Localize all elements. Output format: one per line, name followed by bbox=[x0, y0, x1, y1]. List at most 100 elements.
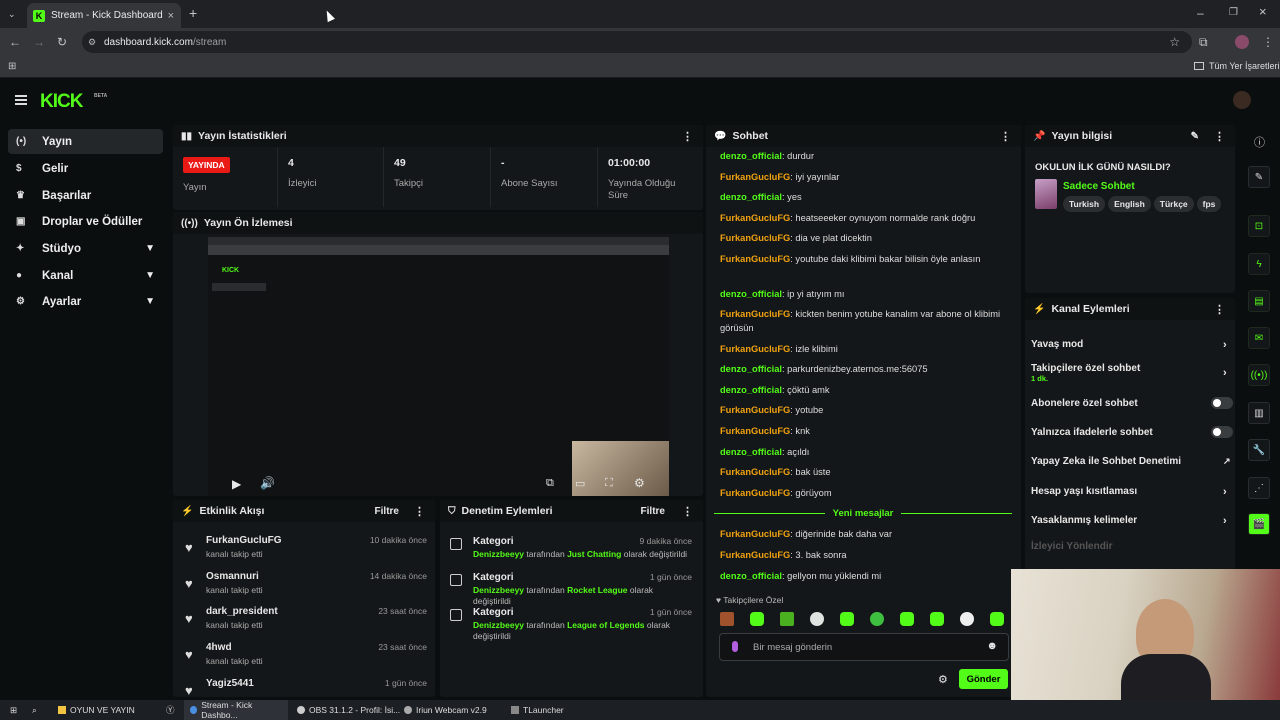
channel-action-banned-words[interactable]: Yasaklanmış kelimeler › bbox=[1031, 515, 1231, 527]
pip-icon[interactable]: ⧉ bbox=[546, 477, 554, 490]
emote-icon[interactable] bbox=[780, 612, 794, 626]
sidebar-item-yayin[interactable]: (•) Yayın bbox=[8, 129, 163, 154]
taskbar-item-iriun[interactable]: Iriun Webcam v2.9 bbox=[398, 700, 493, 720]
fullscreen-icon[interactable]: ⛶ bbox=[605, 477, 613, 490]
sidebar-item-gelir[interactable]: $ Gelir bbox=[8, 156, 163, 181]
category-thumbnail[interactable] bbox=[1035, 179, 1057, 209]
browser-tab[interactable]: K Stream - Kick Dashboard × bbox=[27, 3, 181, 28]
search-icon[interactable]: ⌕ bbox=[26, 700, 43, 720]
channel-action-account-age[interactable]: Hesap yaşı kısıtlaması › bbox=[1031, 486, 1231, 498]
emote-icon[interactable] bbox=[960, 612, 974, 626]
mod-user[interactable]: Denizzbeeyy bbox=[473, 549, 524, 559]
volume-icon[interactable]: 🔊 bbox=[260, 476, 275, 490]
rail-clapper-icon[interactable]: 🎬 bbox=[1248, 513, 1270, 535]
emote-icon[interactable] bbox=[810, 612, 824, 626]
tag-pill[interactable]: fps bbox=[1196, 196, 1222, 212]
emote-icon[interactable] bbox=[840, 612, 854, 626]
extensions-icon[interactable]: ⧉ bbox=[1199, 36, 1208, 48]
activity-user[interactable]: Yagiz5441 bbox=[206, 678, 254, 689]
rail-notes-icon[interactable]: ▤ bbox=[1248, 290, 1270, 312]
kebab-menu-icon[interactable]: ⋮ bbox=[682, 130, 693, 143]
kebab-menu-icon[interactable]: ⋮ bbox=[1214, 303, 1225, 316]
channel-action-slow-mode[interactable]: Yavaş mod › bbox=[1031, 339, 1231, 351]
preview-video[interactable]: KICK ▶ 🔊 ⧉ ▭ ⛶ ⚙ bbox=[208, 237, 669, 496]
kebab-menu-icon[interactable]: ⋮ bbox=[1214, 130, 1225, 143]
sidebar-item-droplar[interactable]: ▣ Droplar ve Ödüller bbox=[8, 209, 163, 234]
subscribers-only-toggle[interactable] bbox=[1211, 397, 1233, 409]
chat-username[interactable]: FurkanGucluFG bbox=[720, 426, 790, 436]
url-bar[interactable]: ⚙ dashboard.kick.com/stream ☆ bbox=[82, 31, 1192, 53]
all-bookmarks-button[interactable]: Tüm Yer İşaretleri bbox=[1194, 61, 1280, 71]
sidebar-item-studyo[interactable]: ✦ Stüdyo ▼ bbox=[8, 236, 163, 261]
close-window-icon[interactable]: × bbox=[1259, 5, 1267, 18]
chat-settings-icon[interactable]: ⚙ bbox=[938, 673, 948, 686]
sidebar-item-basarilar[interactable]: ♛ Başarılar bbox=[8, 183, 163, 208]
send-button[interactable]: Gönder bbox=[959, 669, 1008, 689]
mod-category[interactable]: Just Chatting bbox=[567, 549, 621, 559]
rail-edit-icon[interactable]: ✎ bbox=[1248, 166, 1270, 188]
activity-user[interactable]: 4hwd bbox=[206, 642, 232, 653]
bookmark-star-icon[interactable]: ☆ bbox=[1169, 35, 1180, 49]
chat-username[interactable]: denzo_official bbox=[720, 192, 782, 202]
maximize-icon[interactable]: ❐ bbox=[1229, 7, 1238, 19]
emote-icon[interactable] bbox=[750, 612, 764, 626]
settings-gear-icon[interactable]: ⚙ bbox=[634, 476, 645, 490]
hamburger-menu-icon[interactable] bbox=[15, 95, 27, 105]
reload-icon[interactable]: ↻ bbox=[57, 36, 67, 48]
chat-username[interactable]: FurkanGucluFG bbox=[720, 467, 790, 477]
activity-user[interactable]: FurkanGucluFG bbox=[206, 535, 282, 546]
taskbar-yandex-icon[interactable]: Ⓨ bbox=[160, 700, 181, 720]
tab-close-icon[interactable]: × bbox=[168, 10, 174, 22]
kebab-menu-icon[interactable]: ⋮ bbox=[414, 505, 425, 518]
rail-tool-icon[interactable]: 🔧 bbox=[1248, 439, 1270, 461]
emote-icon[interactable] bbox=[900, 612, 914, 626]
kebab-menu-icon[interactable]: ⋮ bbox=[682, 505, 693, 518]
chat-username[interactable]: FurkanGucluFG bbox=[720, 488, 790, 498]
mod-user[interactable]: Denizzbeeyy bbox=[473, 620, 524, 630]
stream-category[interactable]: Sadece Sohbet bbox=[1063, 181, 1135, 192]
profile-avatar-icon[interactable] bbox=[1235, 35, 1249, 49]
chat-username[interactable]: FurkanGucluFG bbox=[720, 344, 790, 354]
start-button[interactable]: ⊞ bbox=[4, 700, 23, 720]
chat-username[interactable]: FurkanGucluFG bbox=[720, 233, 790, 243]
chat-username[interactable]: FurkanGucluFG bbox=[720, 550, 790, 560]
emote-icon[interactable] bbox=[720, 612, 734, 626]
edit-pencil-icon[interactable]: ✎ bbox=[1191, 131, 1199, 142]
emote-icon[interactable] bbox=[990, 612, 1004, 626]
mod-category[interactable]: Rocket League bbox=[567, 585, 627, 595]
tag-pill[interactable]: English bbox=[1108, 196, 1151, 212]
channel-action-followers-only[interactable]: Takipçilere özel sohbet 1 dk. › bbox=[1031, 363, 1231, 383]
emote-icon[interactable] bbox=[870, 612, 884, 626]
theater-icon[interactable]: ▭ bbox=[575, 477, 585, 490]
rail-lightning-icon[interactable]: ϟ bbox=[1248, 253, 1270, 275]
mod-user[interactable]: Denizzbeeyy bbox=[473, 585, 524, 595]
taskbar-item-folder[interactable]: OYUN VE YAYIN bbox=[52, 700, 141, 720]
minimize-icon[interactable]: – bbox=[1197, 7, 1204, 19]
user-avatar[interactable] bbox=[1233, 91, 1251, 109]
forward-icon[interactable]: → bbox=[33, 36, 45, 48]
kick-logo[interactable]: KICK bbox=[40, 91, 83, 113]
filter-button[interactable]: Filtre bbox=[641, 506, 665, 517]
tag-pill[interactable]: Turkish bbox=[1063, 196, 1106, 212]
taskbar-item-obs[interactable]: OBS 31.1.2 - Profil: İsi... bbox=[291, 700, 406, 720]
chat-username[interactable]: FurkanGucluFG bbox=[720, 254, 790, 264]
chat-username[interactable]: denzo_official bbox=[720, 364, 782, 374]
channel-action-ai-moderation[interactable]: Yapay Zeka ile Sohbet Denetimi ↗ bbox=[1031, 456, 1231, 467]
emoji-icon[interactable]: ☻ bbox=[986, 640, 998, 652]
rail-share-icon[interactable]: ⋰ bbox=[1248, 477, 1270, 499]
browser-menu-icon[interactable]: ⋮ bbox=[1262, 36, 1274, 48]
play-icon[interactable]: ▶ bbox=[232, 477, 241, 491]
chat-username[interactable]: FurkanGucluFG bbox=[720, 172, 790, 182]
activity-user[interactable]: dark_president bbox=[206, 606, 278, 617]
tab-search-icon[interactable]: ⌄ bbox=[8, 8, 16, 20]
emote-icon[interactable] bbox=[930, 612, 944, 626]
chat-username[interactable]: denzo_official bbox=[720, 289, 782, 299]
taskbar-item-browser[interactable]: Stream - Kick Dashbo... bbox=[184, 700, 288, 720]
chat-username[interactable]: FurkanGucluFG bbox=[720, 213, 790, 223]
chat-username[interactable]: denzo_official bbox=[720, 447, 782, 457]
chat-username[interactable]: denzo_official bbox=[720, 385, 782, 395]
apps-grid-icon[interactable]: ⊞ bbox=[8, 61, 16, 73]
kebab-menu-icon[interactable]: ⋮ bbox=[1000, 130, 1011, 143]
tag-pill[interactable]: Türkçe bbox=[1153, 196, 1194, 212]
site-info-icon[interactable]: ⚙ bbox=[88, 37, 96, 48]
